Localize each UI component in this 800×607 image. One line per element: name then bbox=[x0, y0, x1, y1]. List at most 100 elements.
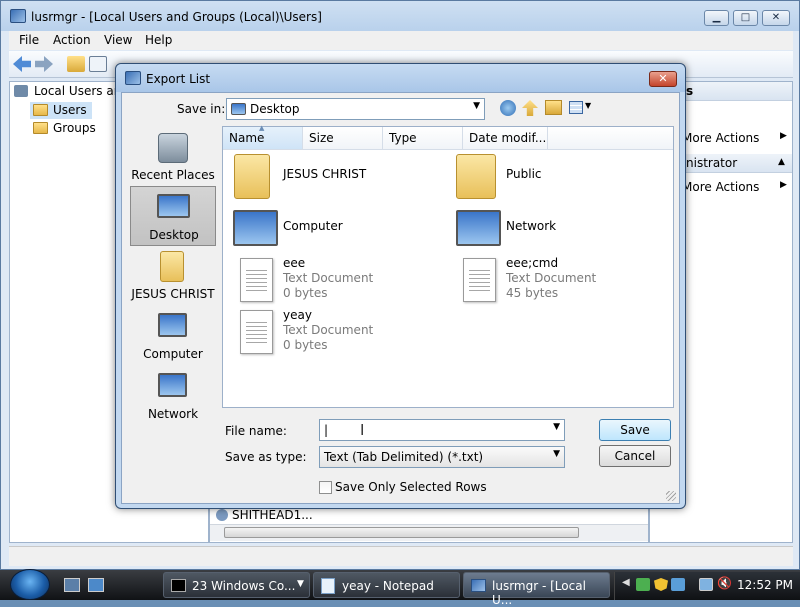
collapse-icon: ▲ bbox=[778, 157, 785, 167]
dialog-title: Export List bbox=[146, 72, 211, 86]
dialog-close-button[interactable]: ✕ bbox=[649, 71, 677, 87]
switch-windows-icon[interactable] bbox=[88, 578, 104, 592]
user-folder-icon bbox=[160, 251, 184, 282]
place-recent-places[interactable]: Recent Places bbox=[130, 127, 216, 187]
forward-icon[interactable] bbox=[35, 56, 53, 72]
user-icon bbox=[216, 509, 228, 521]
views-icon bbox=[569, 101, 583, 114]
file-item-public[interactable]: Public bbox=[451, 152, 666, 202]
place-jesus-christ[interactable]: JESUS CHRIST bbox=[130, 246, 216, 306]
place-network[interactable]: Network bbox=[130, 366, 216, 426]
chevron-down-icon: ▼ bbox=[585, 101, 592, 110]
taskbar-notepad[interactable]: yeay - Notepad bbox=[313, 572, 460, 598]
column-date-modified[interactable]: Date modif... bbox=[463, 127, 548, 150]
start-button[interactable] bbox=[10, 569, 50, 600]
menu-view[interactable]: View bbox=[104, 33, 132, 47]
taskbar-lusrmgr[interactable]: lusrmgr - [Local U... bbox=[463, 572, 610, 607]
maximize-button[interactable]: □ bbox=[733, 10, 758, 26]
computer-icon bbox=[233, 210, 278, 246]
user-row-name[interactable]: SHITHEAD1... bbox=[232, 508, 313, 522]
folder-icon bbox=[33, 104, 48, 116]
dialog-titlebar[interactable]: Export List ✕ bbox=[116, 64, 685, 92]
file-item-network[interactable]: Network bbox=[451, 204, 666, 254]
places-bar: Recent Places Desktop JESUS CHRIST Compu… bbox=[130, 122, 220, 424]
menu-bar: File Action View Help bbox=[9, 31, 793, 50]
show-tree-icon[interactable] bbox=[89, 56, 107, 72]
file-name-input[interactable]: | I ▼ bbox=[319, 419, 565, 441]
back-icon[interactable] bbox=[13, 56, 31, 72]
file-item-computer[interactable]: Computer bbox=[228, 204, 443, 254]
close-button[interactable]: ✕ bbox=[762, 10, 790, 26]
text-document-icon bbox=[240, 258, 273, 302]
network-icon bbox=[158, 373, 187, 397]
menu-help[interactable]: Help bbox=[145, 33, 172, 47]
volume-muted-icon[interactable]: 🔇 bbox=[717, 576, 732, 590]
chevron-down-icon: ▼ bbox=[473, 101, 480, 111]
export-icon bbox=[125, 71, 141, 85]
views-menu[interactable]: ▼ bbox=[569, 100, 595, 116]
back-icon[interactable] bbox=[500, 100, 516, 116]
save-in-label: Save in: bbox=[177, 102, 226, 116]
horizontal-scrollbar[interactable] bbox=[210, 524, 648, 541]
file-item-yeay[interactable]: yeay Text Document 0 bytes bbox=[228, 308, 443, 358]
tray-expand-icon[interactable]: ◀ bbox=[622, 577, 630, 588]
column-type[interactable]: Type bbox=[383, 127, 463, 150]
tray-check-icon[interactable] bbox=[636, 578, 650, 591]
up-folder-icon[interactable] bbox=[67, 56, 85, 72]
save-as-type-label: Save as type: bbox=[225, 450, 307, 464]
resize-grip[interactable] bbox=[666, 491, 676, 501]
chevron-right-icon: ▶ bbox=[780, 131, 787, 141]
menu-file[interactable]: File bbox=[19, 33, 39, 47]
new-folder-icon[interactable] bbox=[545, 100, 562, 115]
lusrmgr-icon bbox=[10, 9, 26, 23]
up-one-level-icon[interactable] bbox=[522, 100, 538, 116]
column-size[interactable]: Size bbox=[303, 127, 383, 150]
file-item-eee-cmd[interactable]: eee;cmd Text Document 45 bytes bbox=[451, 256, 666, 306]
computer-icon bbox=[158, 313, 187, 337]
notepad-icon bbox=[321, 578, 335, 594]
file-item-eee[interactable]: eee Text Document 0 bytes bbox=[228, 256, 443, 306]
show-desktop-icon[interactable] bbox=[64, 578, 80, 592]
file-list: Name ▲ Size Type Date modif... JESUS CHRI… bbox=[222, 124, 674, 408]
text-cursor-icon: I bbox=[360, 421, 365, 439]
export-list-dialog: Export List ✕ Save in: Desktop ▼ ▼ Recen… bbox=[115, 63, 686, 509]
column-name[interactable]: Name ▲ bbox=[223, 124, 303, 150]
menu-action[interactable]: Action bbox=[53, 33, 91, 47]
main-window-title: lusrmgr - [Local Users and Groups (Local… bbox=[31, 10, 322, 24]
text-document-icon bbox=[240, 310, 273, 354]
file-name-label: File name: bbox=[225, 424, 287, 438]
chevron-right-icon: ▶ bbox=[780, 180, 787, 190]
folder-icon bbox=[33, 122, 48, 134]
save-selected-rows-checkbox[interactable] bbox=[319, 481, 332, 494]
file-item-jesus-christ[interactable]: JESUS CHRIST bbox=[228, 152, 443, 202]
lusrmgr-icon bbox=[471, 579, 486, 592]
tray-app-icon[interactable] bbox=[671, 578, 685, 591]
clock[interactable]: 12:52 PM bbox=[737, 578, 793, 592]
save-as-type-select[interactable]: Text (Tab Delimited) (*.txt) ▼ bbox=[319, 446, 565, 468]
cancel-button[interactable]: Cancel bbox=[599, 445, 671, 467]
minimize-button[interactable]: ▁ bbox=[704, 10, 729, 26]
save-in-combo[interactable]: Desktop ▼ bbox=[226, 98, 485, 120]
cmd-icon bbox=[171, 579, 186, 592]
save-selected-rows-label: Save Only Selected Rows bbox=[335, 480, 487, 494]
main-titlebar[interactable]: lusrmgr - [Local Users and Groups (Local… bbox=[1, 1, 799, 31]
recent-places-icon bbox=[158, 133, 188, 163]
text-document-icon bbox=[463, 258, 496, 302]
tree-item-groups[interactable]: Groups bbox=[30, 120, 110, 137]
network-status-icon[interactable] bbox=[699, 578, 713, 591]
user-folder-icon bbox=[234, 154, 270, 199]
status-bar bbox=[9, 546, 793, 566]
desktop-icon bbox=[231, 103, 246, 115]
scrollbar-thumb[interactable] bbox=[224, 527, 579, 538]
chevron-down-icon[interactable]: ▼ bbox=[553, 422, 560, 432]
sort-ascending-icon: ▲ bbox=[259, 124, 265, 132]
save-button[interactable]: Save bbox=[599, 419, 671, 441]
folder-icon bbox=[456, 154, 496, 199]
taskbar-cmd[interactable]: 23 Windows Co... ▼ bbox=[163, 572, 310, 598]
network-icon bbox=[456, 210, 501, 246]
tree-item-users[interactable]: Users bbox=[30, 102, 92, 119]
place-computer[interactable]: Computer bbox=[130, 306, 216, 366]
place-desktop[interactable]: Desktop bbox=[130, 186, 216, 246]
column-empty bbox=[548, 127, 673, 150]
user-list-pane: SHITHEAD1... bbox=[209, 506, 649, 543]
